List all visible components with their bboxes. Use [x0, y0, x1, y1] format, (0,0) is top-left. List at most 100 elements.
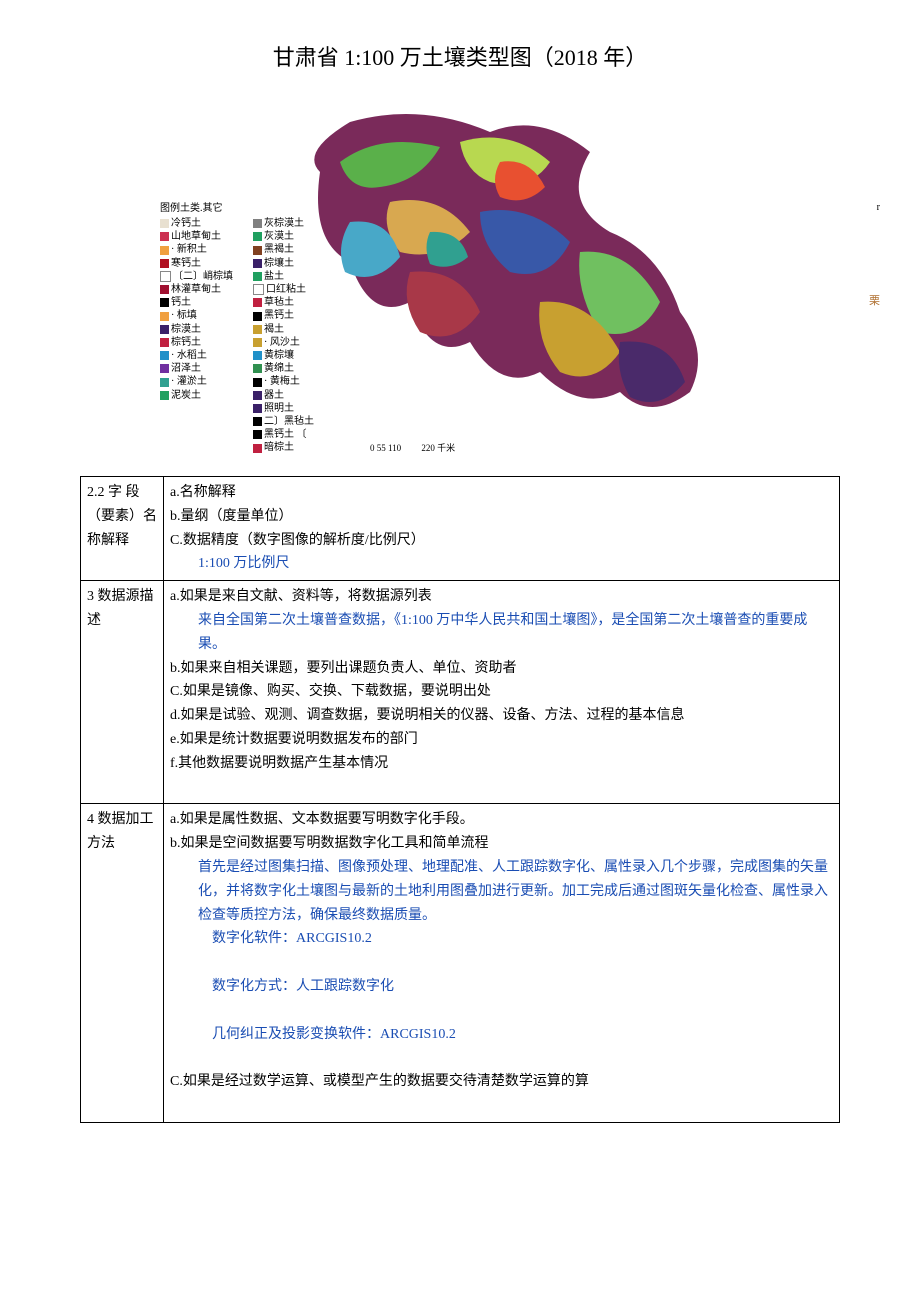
legend-label: 盐土: [264, 271, 284, 282]
legend-swatch: [253, 312, 262, 321]
legend-label: 棕壤土: [264, 258, 294, 269]
legend-label: 沼泽土: [171, 363, 201, 374]
map-legend: 图例土类.其它 冷钙土山地草甸土 · 新积土寒钙土〔二〕峭棕填林灌草甸土钙土 · 标…: [160, 202, 314, 455]
legend-swatch: [160, 298, 169, 307]
row3-c: C.如果是镜像、购买、交换、下载数据，要说明出处: [170, 684, 491, 699]
row3-a-value: 来自全国第二次土壤普查数据，《1:100 万中华人民共和国土壤图》，是全国第二次…: [170, 609, 833, 657]
legend-label: · 水稻土: [171, 350, 207, 361]
legend-item: 草毡土: [253, 296, 314, 309]
row4-left: 4 数据加工方法: [81, 804, 164, 1122]
legend-label: 寒钙土: [171, 258, 201, 269]
legend-label: 照明土: [264, 403, 294, 414]
legend-swatch: [253, 284, 264, 295]
row22-content: a.名称解释 b.量纲（度量单位） C.数据精度（数字图像的解析度/比例尺） 1…: [164, 477, 840, 581]
row22-b: b.量纲（度量单位）: [170, 509, 293, 524]
legend-item: 棕壤土: [253, 257, 314, 270]
legend-item: 盐土: [253, 270, 314, 283]
legend-swatch: [253, 444, 262, 453]
legend-swatch: [160, 391, 169, 400]
legend-item: 灰棕漠土: [253, 217, 314, 230]
legend-item: · 水稻土: [160, 349, 233, 362]
legend-label: 暗棕土: [264, 443, 294, 454]
legend-label: 山地草甸土: [171, 231, 221, 242]
legend-swatch: [253, 364, 262, 373]
legend-swatch: [253, 430, 262, 439]
legend-swatch: [253, 351, 262, 360]
legend-swatch: [160, 246, 169, 255]
scale-bar: 0 55 110 220 千米: [370, 441, 455, 454]
table-row: 4 数据加工方法 a.如果是属性数据、文本数据要写明数字化手段。 b.如果是空间…: [81, 804, 840, 1122]
legend-label: 二〕黑毡土: [264, 416, 314, 427]
legend-swatch: [160, 351, 169, 360]
row4-b: b.如果是空间数据要写明数据数字化工具和简单流程: [170, 836, 489, 851]
legend-label: · 黄梅土: [264, 377, 300, 388]
legend-swatch: [160, 364, 169, 373]
legend-label: 泥炭土: [171, 390, 201, 401]
legend-label: 黑钙土 〔: [264, 429, 307, 440]
table-row: 3 数据源描述 a.如果是来自文献、资料等，将数据源列表 来自全国第二次土壤普查…: [81, 581, 840, 804]
legend-item: 黄棕壤: [253, 349, 314, 362]
metadata-table: 2.2 字 段（要素）名称解释 a.名称解释 b.量纲（度量单位） C.数据精度…: [80, 476, 840, 1123]
legend-swatch: [253, 232, 262, 241]
scale-numbers: 0 55 110: [370, 443, 401, 453]
legend-item: 黑褐土: [253, 243, 314, 256]
row4-method: 数字化方式：人工跟踪数字化: [170, 975, 833, 999]
row3-e: e.如果是统计数据要说明数据发布的部门: [170, 732, 418, 747]
row4-content: a.如果是属性数据、文本数据要写明数字化手段。 b.如果是空间数据要写明数据数字…: [164, 804, 840, 1122]
legend-label: 口红粘土: [266, 284, 306, 295]
legend-label: 草毡土: [264, 297, 294, 308]
legend-swatch: [160, 271, 171, 282]
legend-swatch: [160, 219, 169, 228]
legend-label: 林灌草甸土: [171, 284, 221, 295]
legend-item: 黑钙土 〔: [253, 428, 314, 441]
table-row: 2.2 字 段（要素）名称解释 a.名称解释 b.量纲（度量单位） C.数据精度…: [81, 477, 840, 581]
legend-swatch: [253, 378, 262, 387]
legend-item: 暗棕土: [253, 441, 314, 454]
legend-item: 灰漠土: [253, 230, 314, 243]
map-figure: 图例土类.其它 冷钙土山地草甸土 · 新积土寒钙土〔二〕峭棕填林灌草甸土钙土 · 标…: [80, 92, 840, 472]
legend-item: 棕钙土: [160, 336, 233, 349]
legend-swatch: [160, 378, 169, 387]
legend-item: 器土: [253, 389, 314, 402]
legend-label: 器土: [264, 390, 284, 401]
legend-item: · 新积土: [160, 243, 233, 256]
legend-item: 口红粘土: [253, 283, 314, 296]
row4-a: a.如果是属性数据、文本数据要写明数字化手段。: [170, 812, 474, 827]
legend-item: · 灌淤土: [160, 375, 233, 388]
row3-d: d.如果是试验、观测、调查数据，要说明相关的仪器、设备、方法、过程的基本信息: [170, 708, 685, 723]
legend-label: 棕钙土: [171, 337, 201, 348]
legend-item: 冷钙土: [160, 217, 233, 230]
legend-item: 照明土: [253, 402, 314, 415]
legend-swatch: [253, 417, 262, 426]
row3-content: a.如果是来自文献、资料等，将数据源列表 来自全国第二次土壤普查数据，《1:10…: [164, 581, 840, 804]
row3-b: b.如果来自相关课题，要列出课题负责人、单位、资助者: [170, 661, 517, 676]
legend-item: 〔二〕峭棕填: [160, 270, 233, 283]
page-title: 甘肃省 1:100 万土壤类型图（2018 年）: [80, 40, 840, 72]
legend-label: 黑褐土: [264, 245, 294, 256]
legend-swatch: [253, 325, 262, 334]
legend-item: 二〕黑毡土: [253, 415, 314, 428]
legend-label: 黄绵土: [264, 363, 294, 374]
legend-label: · 风沙土: [264, 337, 300, 348]
legend-item: · 风沙土: [253, 336, 314, 349]
row22-c-value: 1:100 万比例尺: [170, 552, 833, 576]
legend-label: 灰棕漠土: [264, 218, 304, 229]
legend-swatch: [160, 259, 169, 268]
legend-item: 寒钙土: [160, 257, 233, 270]
legend-label: · 标填: [171, 311, 197, 322]
legend-swatch: [253, 246, 262, 255]
legend-header: 图例土类.其它: [160, 202, 314, 215]
legend-swatch: [253, 259, 262, 268]
legend-item: · 标填: [160, 309, 233, 322]
legend-swatch: [160, 232, 169, 241]
legend-label: 灰漠土: [264, 231, 294, 242]
legend-label: 钙土: [171, 297, 191, 308]
legend-swatch: [253, 272, 262, 281]
legend-swatch: [253, 404, 262, 413]
legend-item: 林灌草甸土: [160, 283, 233, 296]
r-mark: r: [877, 202, 880, 213]
legend-label: · 灌淤土: [171, 377, 207, 388]
row22-c: C.数据精度（数字图像的解析度/比例尺）: [170, 533, 425, 548]
legend-item: 山地草甸土: [160, 230, 233, 243]
legend-label: · 新积土: [171, 245, 207, 256]
